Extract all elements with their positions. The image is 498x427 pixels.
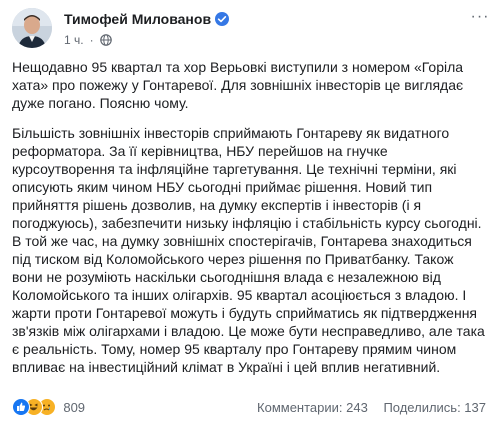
post-meta: 1 ч. · <box>64 33 112 49</box>
post-body: Нещодавно 95 квартал та хор Верьовкі вис… <box>12 58 486 388</box>
meta-separator: · <box>89 33 94 47</box>
post-paragraph-1: Нещодавно 95 квартал та хор Верьовкі вис… <box>12 59 464 111</box>
post-time[interactable]: 1 ч. <box>64 33 84 47</box>
more-options-icon[interactable]: ··· <box>468 9 492 30</box>
like-reaction-icon <box>12 398 30 416</box>
post-footer: 809 Комментарии: 243 Поделились: 137 <box>12 398 486 418</box>
globe-icon[interactable] <box>99 34 112 49</box>
post-header: Тимофей Милованов 1 ч. · ··· <box>12 8 492 52</box>
shares-count[interactable]: Поделились: 137 <box>383 400 486 415</box>
avatar-image <box>12 8 52 48</box>
reaction-count[interactable]: 809 <box>63 400 85 415</box>
post-paragraph-2: Більшість зовнішніх інвесторів сприймают… <box>12 125 485 375</box>
comments-count[interactable]: Комментарии: 243 <box>257 400 368 415</box>
reactions-summary[interactable]: 809 <box>12 398 85 418</box>
post-stats: Комментарии: 243 Поделились: 137 <box>245 400 486 415</box>
author-name-text[interactable]: Тимофей Милованов <box>64 11 211 27</box>
author-avatar[interactable] <box>12 8 52 48</box>
author-name[interactable]: Тимофей Милованов <box>64 11 230 27</box>
verified-badge-icon <box>215 12 230 26</box>
facebook-post: Тимофей Милованов 1 ч. · ··· Нещодавно 95… <box>0 0 498 427</box>
